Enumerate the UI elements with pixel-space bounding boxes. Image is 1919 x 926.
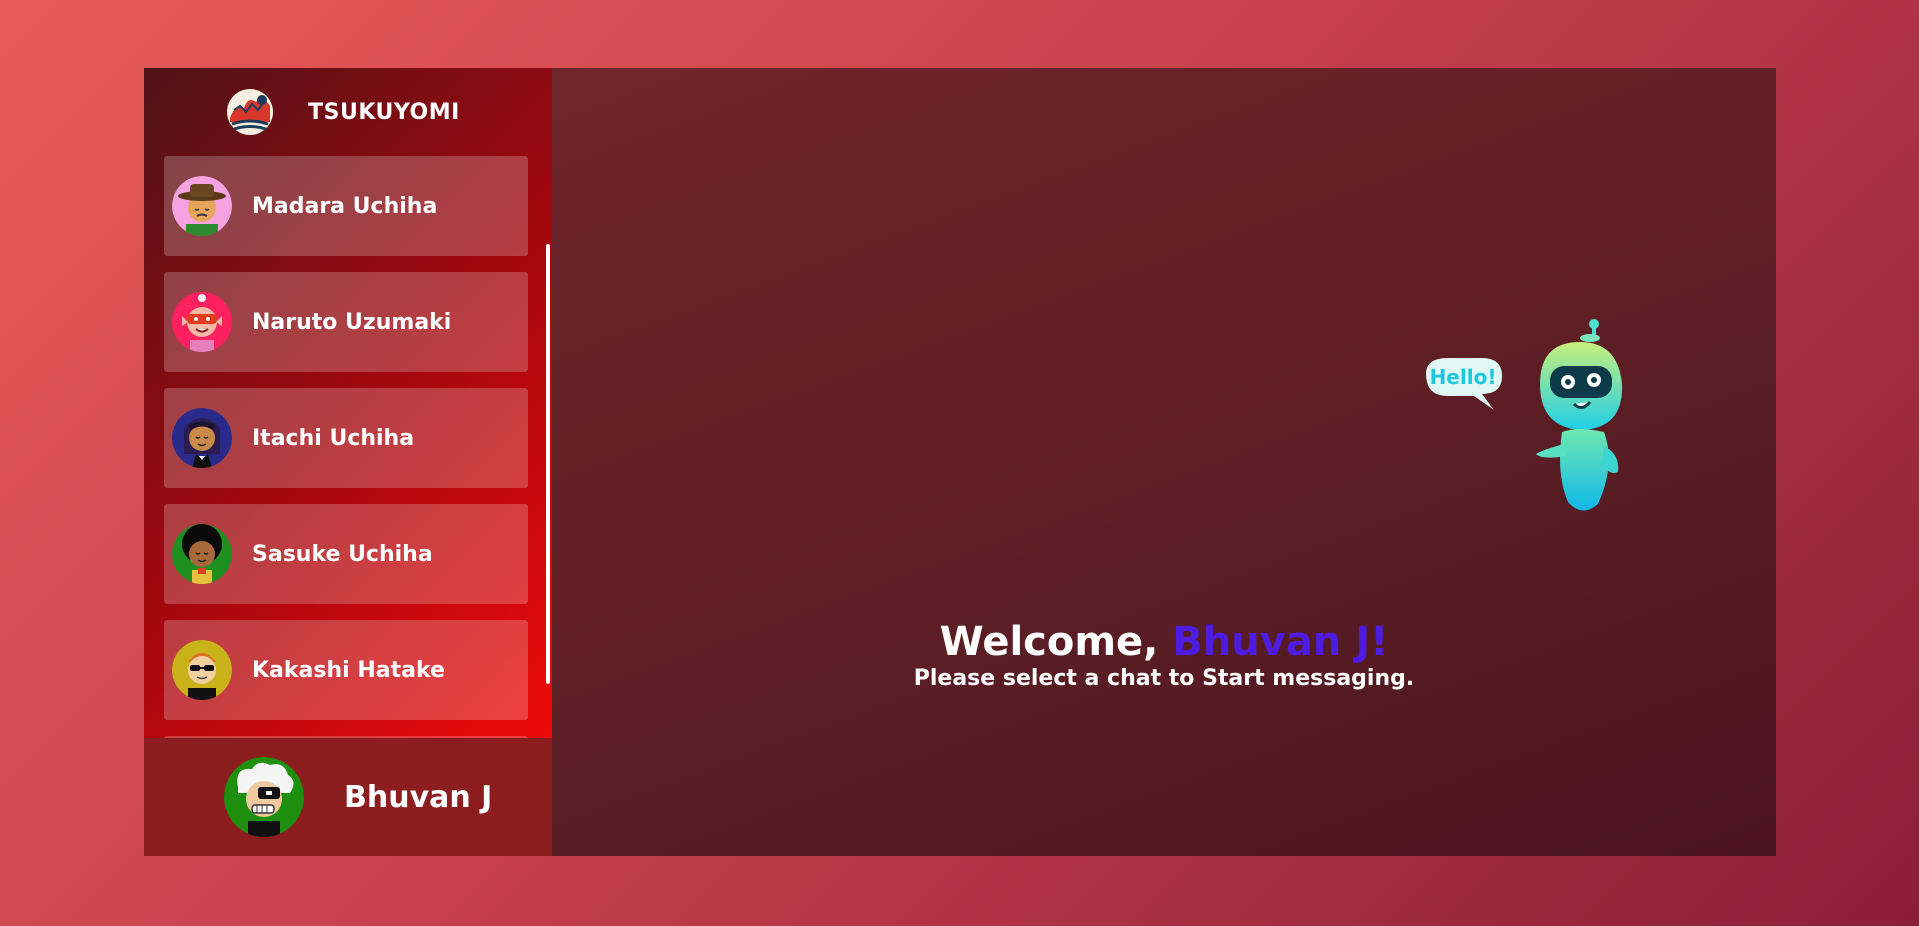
contact-item-madara[interactable]: Madara Uchiha	[164, 156, 528, 256]
scrollbar-thumb[interactable]	[546, 244, 550, 684]
sidebar: TSUKUYOMI Madara Uchiha Naruto Uzumaki I…	[144, 68, 552, 856]
welcome-user-name: Bhuvan J!	[1172, 619, 1389, 665]
einstein-avatar-icon	[224, 757, 304, 837]
welcome-heading: Welcome, Bhuvan J!	[552, 620, 1776, 664]
contact-name: Naruto Uzumaki	[252, 309, 452, 335]
red-mask-avatar-icon	[172, 292, 232, 352]
welcome-prefix: Welcome,	[939, 619, 1173, 665]
sunglasses-avatar-icon	[172, 640, 232, 700]
contact-name: Sasuke Uchiha	[252, 541, 433, 567]
contact-item-naruto[interactable]: Naruto Uzumaki	[164, 272, 528, 372]
brand-header: TSUKUYOMI	[144, 68, 552, 156]
contact-list[interactable]: Madara Uchiha Naruto Uzumaki Itachi Uchi…	[144, 156, 552, 738]
welcome-subtitle: Please select a chat to Start messaging.	[913, 666, 1415, 691]
brand-name: TSUKUYOMI	[308, 99, 460, 125]
chat-app: TSUKUYOMI Madara Uchiha Naruto Uzumaki I…	[144, 68, 1776, 856]
welcome-block: Welcome, Bhuvan J! Please select a chat …	[552, 620, 1776, 691]
braided-avatar-icon	[172, 408, 232, 468]
robot-hello-illustration: Hello!	[1426, 319, 1623, 511]
contact-name: Kakashi Hatake	[252, 657, 445, 683]
contact-item-sasuke[interactable]: Sasuke Uchiha	[164, 504, 528, 604]
great-wave-icon	[227, 89, 274, 135]
current-user-name: Bhuvan J	[344, 779, 493, 815]
contact-item-kakashi[interactable]: Kakashi Hatake	[164, 620, 528, 720]
chat-area: Hello! Welcome, Bhuvan J! Please select …	[552, 68, 1776, 856]
contact-name: Itachi Uchiha	[252, 425, 415, 451]
cowboy-avatar-icon	[172, 176, 232, 236]
current-user-panel[interactable]: Bhuvan J	[144, 738, 552, 856]
contact-name: Madara Uchiha	[252, 193, 438, 219]
hello-bubble-text: Hello!	[1430, 365, 1497, 389]
afro-avatar-icon	[172, 524, 232, 584]
contact-item-itachi[interactable]: Itachi Uchiha	[164, 388, 528, 488]
